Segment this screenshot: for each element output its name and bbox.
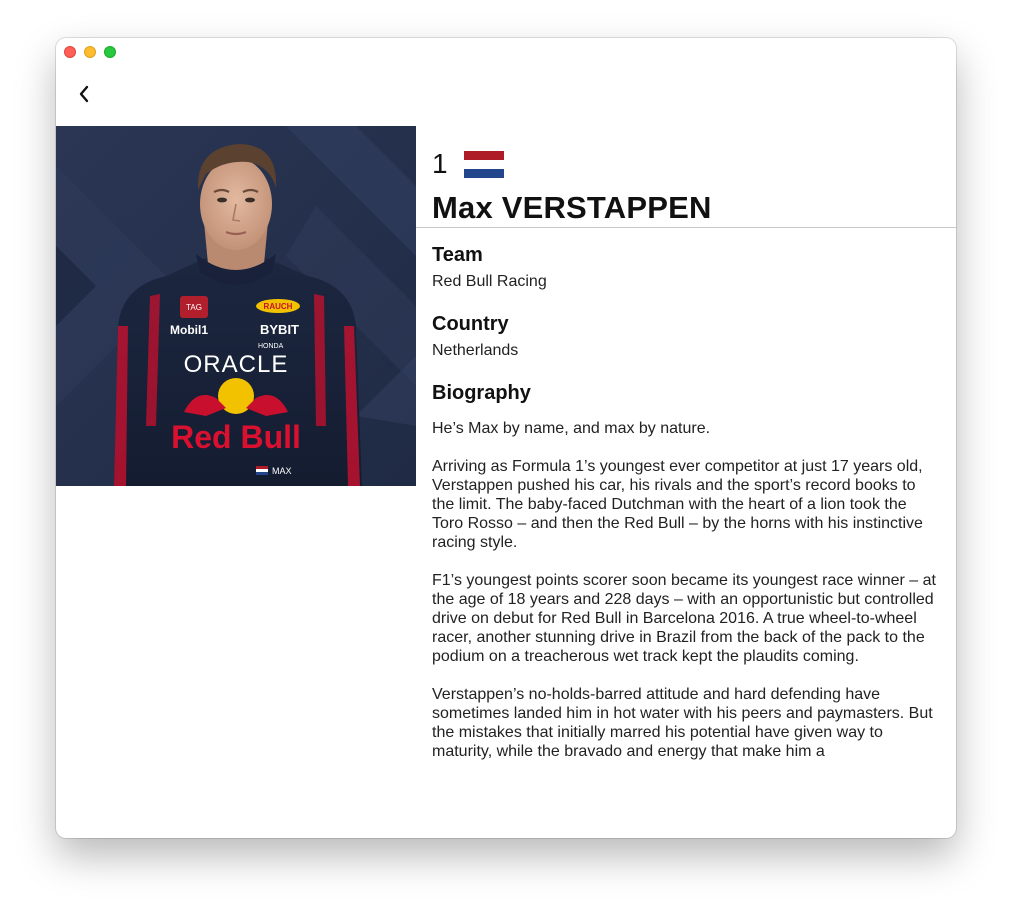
app-window: TAG RAUCH Mobil1 BYBIT HONDA ORACLE Red … [56,38,956,838]
driver-header: 1 Max VERSTAPPEN [416,126,956,228]
biography-heading: Biography [432,382,531,404]
zoom-window-button[interactable] [104,46,116,58]
team-value: Red Bull Racing [432,273,547,290]
biography-paragraph: He’s Max by name, and max by nature. [432,420,711,437]
number-row: 1 [432,146,940,182]
suit-bybit-logo: BYBIT [260,322,299,337]
close-window-button[interactable] [64,46,76,58]
suit-oracle-logo: ORACLE [184,351,289,378]
biography-text: He’s Max by name, and max by nature. Arr… [432,419,940,761]
driver-number: 1 [432,148,448,179]
driver-photo: TAG RAUCH Mobil1 BYBIT HONDA ORACLE Red … [56,126,416,486]
suit-tag-logo: TAG [186,303,202,312]
suit-honda-logo: HONDA [258,343,284,350]
biography-paragraph: Verstappen’s no-holds-barred attitude an… [432,686,933,760]
biography-paragraph: F1’s youngest points scorer soon became … [432,572,936,665]
driver-portrait-image: TAG RAUCH Mobil1 BYBIT HONDA ORACLE Red … [56,126,416,486]
biography-paragraph: Arriving as Formula 1’s youngest ever co… [432,458,923,551]
back-button[interactable] [72,80,96,108]
team-heading: Team [432,244,483,266]
window-controls [64,46,116,58]
netherlands-flag-icon [463,150,504,178]
country-value: Netherlands [432,342,519,359]
suit-redbull-logo: Red Bull [171,419,301,455]
country-heading: Country [432,313,509,335]
driver-name: Max VERSTAPPEN [432,190,712,225]
suit-max-logo: MAX [272,466,292,476]
driver-details: Team Red Bull Racing Country Netherlands… [416,244,956,761]
chevron-left-icon [79,85,89,103]
driver-info-panel: 1 Max VERSTAPPEN Team Red Bull Racing Co… [416,126,956,838]
suit-mobil-logo: Mobil1 [170,323,208,337]
minimize-window-button[interactable] [84,46,96,58]
suit-rauch-logo: RAUCH [264,302,293,311]
